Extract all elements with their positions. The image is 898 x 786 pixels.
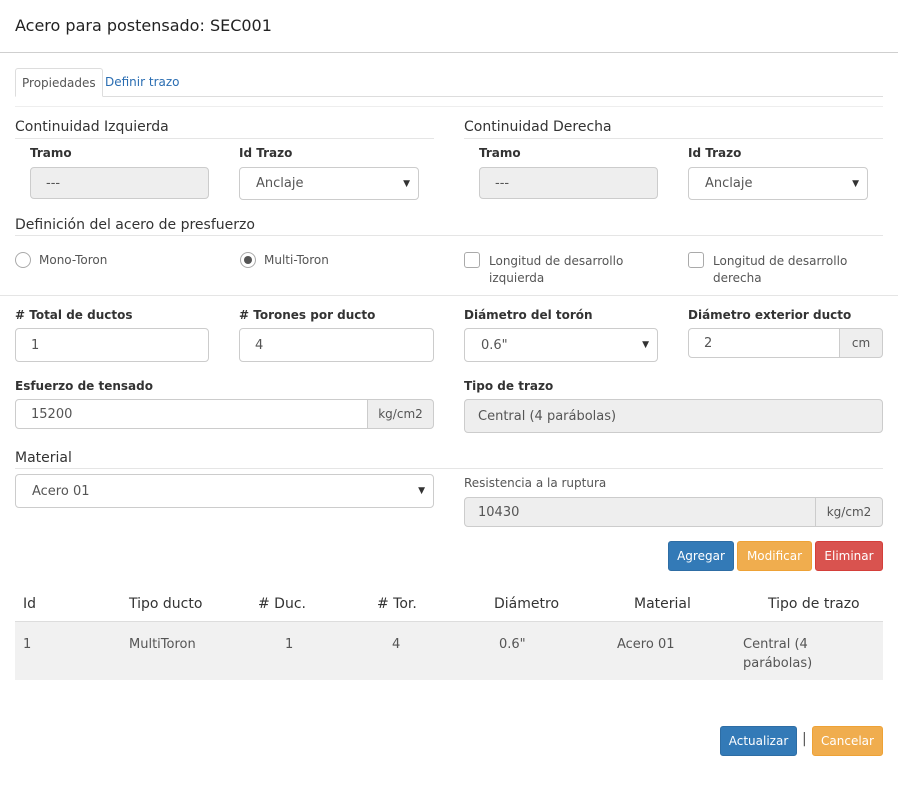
- footer-separator: |: [802, 731, 807, 747]
- idtrazo-left-value: Anclaje: [256, 176, 304, 191]
- mono-toron-label: Mono-Toron: [39, 253, 108, 267]
- section-divider: [464, 138, 883, 139]
- dev-left-label-line2: izquierda: [489, 271, 545, 285]
- col-header-tipo-ducto: Tipo ducto: [129, 596, 203, 612]
- multi-toron-label: Multi-Toron: [264, 253, 329, 267]
- dev-right-label-line2: derecha: [713, 271, 762, 285]
- section-material: Material: [15, 450, 72, 466]
- tramo-right-field: ---: [479, 167, 658, 199]
- diam-ext-unit: cm: [839, 328, 883, 358]
- dev-left-label-line1: Longitud de desarrollo: [489, 254, 624, 268]
- torones-input[interactable]: 4: [239, 328, 434, 362]
- cell-tipo-trazo: Central (4 parábolas): [743, 635, 812, 673]
- col-header-tipo-trazo: Tipo de trazo: [768, 596, 860, 612]
- diam-ext-label: Diámetro exterior ducto: [688, 308, 852, 322]
- modify-button[interactable]: Modificar: [737, 541, 812, 571]
- idtrazo-right-label: Id Trazo: [688, 146, 742, 160]
- cell-material: Acero 01: [617, 637, 675, 652]
- section-divider: [15, 138, 434, 139]
- tramo-left-field: ---: [30, 167, 209, 199]
- update-button[interactable]: Actualizar: [720, 726, 797, 756]
- col-header-tor: # Tor.: [377, 596, 417, 612]
- title-divider: [0, 52, 898, 53]
- esfuerzo-label: Esfuerzo de tensado: [15, 379, 153, 393]
- dev-right-checkbox[interactable]: [688, 252, 704, 268]
- tramo-right-label: Tramo: [479, 146, 521, 160]
- cell-tipo-ducto: MultiToron: [129, 637, 196, 652]
- caret-down-icon: ▼: [852, 178, 859, 189]
- material-value: Acero 01: [32, 483, 90, 499]
- section-definicion-acero: Definición del acero de presfuerzo: [15, 217, 255, 233]
- tipo-trazo-label: Tipo de trazo: [464, 379, 554, 393]
- caret-down-icon: ▼: [642, 340, 649, 350]
- diam-ext-input[interactable]: 2: [688, 328, 840, 358]
- cell-tor: 4: [392, 637, 401, 652]
- dev-right-label-line1: Longitud de desarrollo: [713, 254, 848, 268]
- caret-down-icon: ▼: [403, 178, 410, 189]
- tab-content-divider: [15, 106, 883, 107]
- resistencia-field: 10430: [464, 497, 816, 527]
- caret-down-icon: ▼: [418, 486, 425, 496]
- resistencia-unit: kg/cm2: [815, 497, 883, 527]
- cell-tipo-trazo-line2: parábolas): [743, 656, 813, 671]
- diam-toron-label: Diámetro del torón: [464, 308, 593, 322]
- diam-toron-value: 0.6": [481, 337, 508, 353]
- torones-label: # Torones por ducto: [239, 308, 376, 322]
- add-button[interactable]: Agregar: [668, 541, 734, 571]
- idtrazo-right-value: Anclaje: [705, 176, 753, 191]
- col-header-id: Id: [23, 596, 37, 612]
- dev-left-label: Longitud de desarrollo izquierda: [489, 253, 623, 287]
- total-ductos-input[interactable]: 1: [15, 328, 209, 362]
- cell-duc: 1: [285, 637, 294, 652]
- delete-button[interactable]: Eliminar: [815, 541, 883, 571]
- dev-right-label: Longitud de desarrollo derecha: [713, 253, 847, 287]
- dialog-title: Acero para postensado: SEC001: [15, 16, 272, 35]
- tramo-left-label: Tramo: [30, 146, 72, 160]
- cell-id: 1: [23, 637, 32, 652]
- cancel-button[interactable]: Cancelar: [812, 726, 883, 756]
- esfuerzo-input[interactable]: 15200: [15, 399, 368, 429]
- section-continuidad-izquierda: Continuidad Izquierda: [15, 119, 169, 135]
- idtrazo-left-select[interactable]: Anclaje ▼: [239, 167, 419, 200]
- diam-toron-select[interactable]: 0.6" ▼: [464, 328, 658, 362]
- col-header-duc: # Duc.: [258, 596, 306, 612]
- mono-toron-radio[interactable]: [15, 252, 31, 268]
- tab-definir-trazo[interactable]: Definir trazo: [99, 68, 186, 97]
- esfuerzo-unit: kg/cm2: [367, 399, 434, 429]
- multi-toron-radio[interactable]: [240, 252, 256, 268]
- section-continuidad-derecha: Continuidad Derecha: [464, 119, 612, 135]
- section-divider: [15, 235, 883, 236]
- total-ductos-label: # Total de ductos: [15, 308, 133, 322]
- resistencia-label: Resistencia a la ruptura: [464, 476, 607, 490]
- section-divider: [15, 468, 883, 469]
- dev-left-checkbox[interactable]: [464, 252, 480, 268]
- tipo-trazo-field: Central (4 parábolas): [464, 399, 883, 433]
- cell-tipo-trazo-line1: Central (4: [743, 637, 808, 652]
- row-divider: [0, 295, 898, 296]
- idtrazo-left-label: Id Trazo: [239, 146, 293, 160]
- tab-propiedades[interactable]: Propiedades: [15, 68, 103, 97]
- idtrazo-right-select[interactable]: Anclaje ▼: [688, 167, 868, 200]
- material-select[interactable]: Acero 01 ▼: [15, 474, 434, 508]
- col-header-diametro: Diámetro: [494, 596, 560, 612]
- cell-diametro: 0.6": [499, 637, 526, 652]
- col-header-material: Material: [634, 596, 691, 612]
